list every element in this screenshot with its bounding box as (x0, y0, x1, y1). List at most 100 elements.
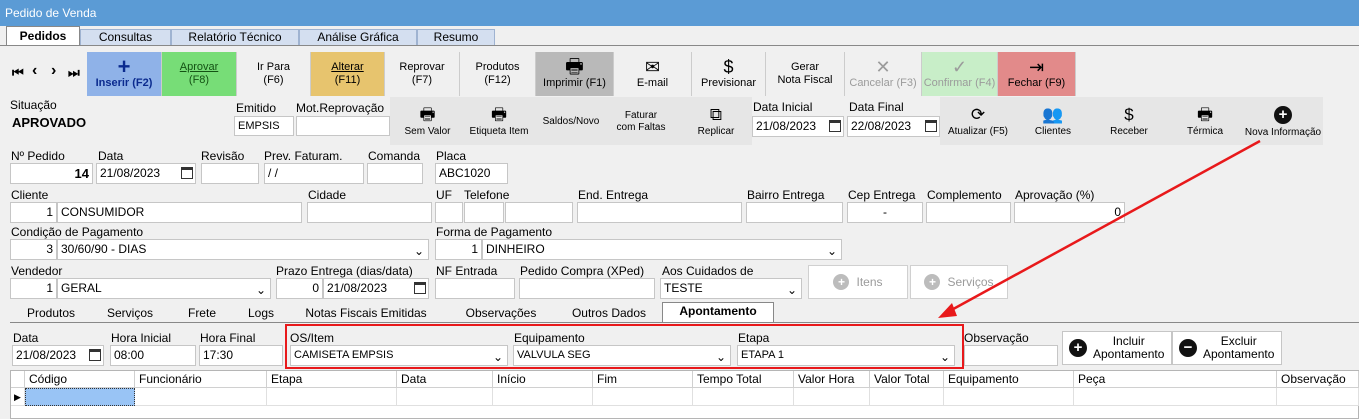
grid-cell[interactable] (493, 388, 593, 406)
calendar-icon[interactable] (89, 349, 101, 361)
date-field[interactable]: 21/08/2023 (96, 163, 196, 184)
chevron-down-icon[interactable]: ⌄ (827, 242, 837, 259)
purchase-order-field[interactable] (519, 278, 655, 299)
alter-button[interactable]: Alterar (F11) (311, 52, 385, 96)
tab-pedidos[interactable]: Pedidos (6, 26, 80, 46)
entry-date-field[interactable]: 21/08/2023 (12, 345, 104, 366)
grid-cell[interactable] (870, 388, 944, 406)
calendar-icon[interactable] (181, 167, 193, 179)
calendar-icon[interactable] (414, 282, 426, 294)
chevron-down-icon[interactable]: ⌄ (716, 348, 726, 365)
client-name-field[interactable]: CONSUMIDOR (57, 202, 302, 223)
chevron-down-icon[interactable]: ⌄ (414, 242, 424, 259)
reprove-reason-field[interactable] (296, 116, 390, 136)
prev-billing-field[interactable]: / / (264, 163, 364, 184)
uf-field[interactable] (435, 202, 463, 223)
go-to-button[interactable]: Ir Para (F6) (237, 52, 311, 96)
payment-method-select[interactable]: DINHEIRO ⌄ (482, 239, 842, 260)
grid-col-inicio[interactable]: Início (493, 371, 593, 388)
city-field[interactable] (307, 202, 432, 223)
grid-col-valor-total[interactable]: Valor Total (870, 371, 944, 388)
payment-method-code[interactable]: 1 (435, 239, 482, 260)
subtab-outros-dados[interactable]: Outros Dados (560, 305, 658, 322)
stage-select[interactable]: ETAPA 1 ⌄ (737, 345, 955, 366)
revision-field[interactable] (201, 163, 259, 184)
plate-field[interactable]: ABC1020 (435, 163, 508, 184)
observation-field[interactable] (964, 345, 1058, 366)
reprove-button[interactable]: Reprovar (F7) (385, 52, 460, 96)
equipment-select[interactable]: VALVULA SEG ⌄ (513, 345, 731, 366)
grid-cell-selected[interactable] (25, 388, 135, 406)
phone-field[interactable] (505, 202, 573, 223)
delivery-zip-field[interactable]: - (847, 202, 923, 223)
issued-field[interactable]: EMPSIS (234, 116, 294, 136)
grid-col-valor-hora[interactable]: Valor Hora (794, 371, 870, 388)
delivery-district-field[interactable] (746, 202, 843, 223)
generate-invoice-button[interactable]: Gerar Nota Fiscal (766, 52, 845, 96)
start-time-field[interactable]: 08:00 (110, 345, 196, 366)
chevron-down-icon[interactable]: ⌄ (787, 281, 797, 298)
attention-of-select[interactable]: TESTE ⌄ (660, 278, 802, 299)
grid-cell[interactable] (135, 388, 267, 406)
grid-cell[interactable] (397, 388, 493, 406)
grid-col-etapa[interactable]: Etapa (267, 371, 397, 388)
entries-grid[interactable]: Código Funcionário Etapa Data Início Fim… (10, 370, 1359, 419)
subtab-logs[interactable]: Logs (236, 305, 286, 322)
approve-button[interactable]: Aprovar (F8) (162, 52, 237, 96)
grid-col-peca[interactable]: Peça (1074, 371, 1277, 388)
comanda-field[interactable] (367, 163, 423, 184)
grid-cell[interactable] (1277, 388, 1359, 406)
payment-condition-code[interactable]: 3 (10, 239, 57, 260)
grid-col-fim[interactable]: Fim (593, 371, 693, 388)
last-record-icon[interactable]: ⏭ (68, 65, 80, 81)
print-no-value-button[interactable]: 🖶 Sem Valor (395, 100, 460, 144)
insert-button[interactable]: + Inserir (F2) (87, 52, 162, 96)
invoice-with-shortage-button[interactable]: Faturar com Faltas (606, 100, 676, 144)
grid-col-funcionario[interactable]: Funcionário (135, 371, 267, 388)
grid-cell[interactable] (944, 388, 1074, 406)
delivery-date-field[interactable]: 21/08/2023 (323, 278, 429, 299)
calendar-icon[interactable] (829, 120, 841, 132)
tab-consultas[interactable]: Consultas (80, 29, 171, 46)
grid-cell[interactable] (693, 388, 794, 406)
end-date-field[interactable]: 22/08/2023 (847, 116, 940, 137)
close-button[interactable]: ⇥ Fechar (F9) (998, 52, 1076, 96)
chevron-down-icon[interactable]: ⌄ (940, 348, 950, 365)
grid-col-equipamento[interactable]: Equipamento (944, 371, 1074, 388)
phone-ddd-field[interactable] (464, 202, 504, 223)
grid-cell[interactable] (794, 388, 870, 406)
subtab-apontamento[interactable]: Apontamento (662, 302, 774, 322)
forecast-button[interactable]: $ Previsionar (692, 52, 766, 96)
replicate-button[interactable]: ⧉ Replicar (684, 100, 748, 144)
label-item-button[interactable]: 🖶 Etiqueta Item (462, 100, 536, 144)
client-code-field[interactable]: 1 (10, 202, 57, 223)
os-item-select[interactable]: CAMISETA EMPSIS ⌄ (290, 345, 508, 366)
chevron-down-icon[interactable]: ⌄ (493, 348, 503, 365)
tab-analise-grafica[interactable]: Análise Gráfica (299, 29, 417, 46)
seller-code[interactable]: 1 (10, 278, 57, 299)
subtab-produtos[interactable]: Produtos (14, 305, 88, 322)
subtab-servicos[interactable]: Serviços (96, 305, 164, 322)
tab-resumo[interactable]: Resumo (417, 29, 495, 46)
delivery-address-field[interactable] (577, 202, 742, 223)
first-record-icon[interactable]: ⏮ (12, 65, 24, 81)
payment-condition-select[interactable]: 30/60/90 - DIAS ⌄ (57, 239, 429, 260)
seller-select[interactable]: GERAL ⌄ (57, 278, 271, 299)
end-time-field[interactable]: 17:30 (199, 345, 283, 366)
grid-cell[interactable] (267, 388, 397, 406)
balances-new-button[interactable]: Saldos/Novo (536, 100, 606, 144)
subtab-notas-fiscais[interactable]: Notas Fiscais Emitidas (290, 305, 442, 322)
start-date-field[interactable]: 21/08/2023 (752, 116, 844, 137)
print-button[interactable]: 🖶 Imprimir (F1) (536, 52, 614, 96)
tab-relatorio-tecnico[interactable]: Relatório Técnico (171, 29, 299, 46)
nf-entry-field[interactable] (435, 278, 515, 299)
delivery-days-field[interactable]: 0 (276, 278, 323, 299)
email-button[interactable]: ✉ E-mail (614, 52, 692, 96)
subtab-observacoes[interactable]: Observações (450, 305, 552, 322)
order-number-field[interactable]: 14 (10, 163, 93, 184)
confirm-button[interactable]: ✓ Confirmar (F4) (922, 52, 998, 96)
add-entry-button[interactable]: + Incluir Apontamento (1062, 331, 1172, 365)
grid-col-tempo-total[interactable]: Tempo Total (693, 371, 794, 388)
cancel-button[interactable]: ✕ Cancelar (F3) (845, 52, 922, 96)
next-record-icon[interactable]: › (51, 62, 56, 80)
